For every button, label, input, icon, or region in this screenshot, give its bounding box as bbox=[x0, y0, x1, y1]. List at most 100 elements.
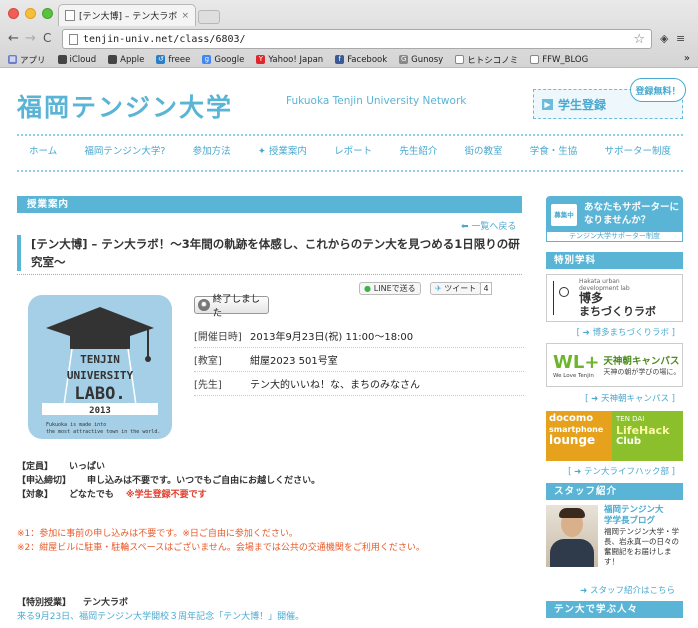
nav-town-classroom[interactable]: 街の教室 bbox=[465, 143, 503, 163]
supporter-banner[interactable]: 募集中 あなたもサポーターに なりませんか？ テンジン大学サポーター制度 bbox=[546, 196, 683, 242]
site-logo-english: Fukuoka Tenjin University Network bbox=[286, 95, 467, 107]
page-title: [テン大博] – テン大ラボ！〜3年間の軌跡を体感し、これからのテン大を見つめる… bbox=[17, 235, 522, 271]
tenjin-morning-link[interactable]: [ ➜ 天神朝キャンパス ] bbox=[546, 392, 683, 404]
browser-tab[interactable]: [テン大博] – テン大ラボ！〜 × bbox=[58, 4, 196, 26]
bookmark-item[interactable]: Apple bbox=[108, 55, 144, 65]
staff-description: 福岡テンジン大学・学長、岩永真一の日々の奮闘記をお届けします！ bbox=[604, 527, 679, 566]
arrow-right-icon: ▶ bbox=[542, 98, 553, 110]
divider bbox=[17, 134, 683, 136]
back-arrow-icon[interactable]: ← bbox=[8, 31, 19, 46]
bookmark-item[interactable]: ▦ アプリ bbox=[8, 54, 46, 66]
recruiting-icon: 募集中 bbox=[551, 204, 577, 226]
site-header: 福岡テンジン大学 Fukuoka Tenjin University Netwo… bbox=[0, 68, 698, 138]
new-tab-button[interactable] bbox=[198, 10, 220, 24]
staff-blog-title[interactable]: 福岡テンジン大 学学長ブログ bbox=[604, 505, 683, 527]
nav-how-to-join[interactable]: 参加方法 bbox=[193, 143, 231, 163]
class-info-table: [開催日時] 2013年9月23日(祝) 11:00～18:00 [教室] 紺屋… bbox=[194, 324, 524, 396]
page-icon bbox=[65, 10, 75, 21]
staff-link[interactable]: ➜ スタッフ紹介はこちら bbox=[546, 584, 683, 596]
detail-deadline: 【申込締切】 申し込みは不要です。いつでもご自由にお越しください。 bbox=[17, 476, 321, 486]
info-row-datetime: [開催日時] 2013年9月23日(祝) 11:00～18:00 bbox=[194, 324, 524, 348]
class-details: 【定員】 いっぱい 【申込締切】 申し込みは不要です。いつでもご自由にお越しください… bbox=[17, 460, 522, 502]
reload-icon[interactable]: C bbox=[43, 31, 51, 45]
bookmark-item[interactable]: f Facebook bbox=[335, 55, 387, 65]
bookmarks-bar: ▦ アプリ iCloud Apple ↺ freee g Google Y Yahoo!… bbox=[0, 51, 698, 68]
info-value: テン大的いいね！な、まちのみなさん bbox=[250, 380, 420, 391]
minimize-window-button[interactable] bbox=[25, 8, 36, 19]
url-text[interactable]: tenjin-univ.net/class/6803/ bbox=[83, 34, 628, 45]
learners-header: テン大で学ぶ人々 bbox=[546, 601, 683, 618]
close-window-button[interactable] bbox=[8, 8, 19, 19]
class-image: TENJIN UNIVERSITY LABO. 2013 Fukuoka is … bbox=[28, 295, 172, 439]
bookmark-item[interactable]: ヒトシコノミ bbox=[455, 54, 518, 66]
gear-icon: ✹ bbox=[198, 299, 210, 311]
apple-icon bbox=[108, 55, 118, 64]
forward-arrow-icon[interactable]: → bbox=[25, 31, 36, 46]
image-line1: TENJIN bbox=[80, 353, 120, 366]
bookmark-item[interactable]: iCloud bbox=[57, 55, 96, 65]
apple-icon bbox=[57, 55, 67, 64]
site-logo[interactable]: 福岡テンジン大学 bbox=[17, 88, 233, 124]
info-key: [教室] bbox=[194, 356, 222, 367]
apps-icon: ▦ bbox=[8, 55, 17, 64]
supporter-subtitle: テンジン大学サポーター制度 bbox=[546, 231, 683, 242]
staff-card[interactable]: 福岡テンジン大 学学長ブログ 福岡テンジン大学・学長、岩永真一の日々の奮闘記をお届… bbox=[546, 505, 683, 579]
special-class: 【特別授業】 テン大ラボ 来る9月23日、福岡テンジン大学開校３周年記念「テン大博… bbox=[17, 596, 522, 624]
image-caption-1: Fukuoka is made into bbox=[46, 422, 106, 428]
tab-title: [テン大博] – テン大ラボ！〜 bbox=[79, 12, 178, 22]
star-icon[interactable]: ☆ bbox=[633, 32, 645, 47]
nav-about[interactable]: 福岡テンジン大学? bbox=[84, 143, 165, 163]
lifehack-link[interactable]: [ ➜ テン大ライフハック部 ] bbox=[546, 465, 683, 477]
info-value: 2013年9月23日(祝) 11:00～18:00 bbox=[250, 332, 414, 343]
hakata-lab-link[interactable]: [ ➜ 博多まちづくりラボ ] bbox=[546, 326, 683, 338]
hakata-lab-banner[interactable]: Hakata urban development lab 博多 まちづくりラボ bbox=[546, 274, 683, 322]
nav-cafeteria[interactable]: 学食・生協 bbox=[530, 143, 578, 163]
detail-capacity: 【定員】 いっぱい bbox=[17, 462, 106, 472]
special-courses-header: 特別学科 bbox=[546, 252, 683, 269]
staff-photo bbox=[546, 505, 598, 567]
nav-teachers[interactable]: 先生紹介 bbox=[399, 143, 437, 163]
note-item: ※2：紺屋ビルに駐車・駐輪スペースはございません。会場までは公共の交通機関をご利… bbox=[17, 543, 425, 553]
browser-chrome: [テン大博] – テン大ラボ！〜 × ← → C tenjin-univ.net… bbox=[0, 0, 698, 68]
divider bbox=[17, 274, 522, 275]
page-icon bbox=[530, 55, 540, 64]
divider bbox=[17, 170, 683, 172]
address-bar[interactable]: tenjin-univ.net/class/6803/ ☆ bbox=[62, 29, 652, 49]
yahoo-icon: Y bbox=[256, 55, 266, 64]
status-text: 終了しました bbox=[212, 294, 261, 319]
line-share-button[interactable]: ● LINEで送る bbox=[359, 282, 421, 295]
bookmark-item[interactable]: Y Yahoo! Japan bbox=[256, 55, 323, 65]
zoom-window-button[interactable] bbox=[42, 8, 53, 19]
nav-supporter[interactable]: サポーター制度 bbox=[604, 143, 671, 163]
menu-icon[interactable]: ≡ bbox=[676, 32, 685, 45]
bookmark-item[interactable]: g Google bbox=[202, 55, 244, 65]
freee-icon: ↺ bbox=[156, 55, 166, 64]
lifehack-banner[interactable]: docomo smartphone lounge TEN DAI LifeHac… bbox=[546, 411, 683, 461]
student-register-button[interactable]: ▶ 学生登録 登録無料！ bbox=[533, 78, 686, 119]
tab-close-icon[interactable]: × bbox=[181, 11, 189, 21]
window-controls bbox=[8, 8, 53, 19]
info-key: [開催日時] bbox=[194, 332, 242, 343]
image-line3: LABO. bbox=[74, 384, 125, 404]
staff-header: スタッフ紹介 bbox=[546, 483, 683, 500]
arrow-left-icon: ⬅ bbox=[461, 222, 472, 232]
bookmark-item[interactable]: G Gunosy bbox=[399, 55, 443, 65]
image-year: 2013 bbox=[89, 406, 111, 416]
google-icon: g bbox=[202, 55, 212, 64]
nav-classes[interactable]: ✦ 授業案内 bbox=[258, 143, 307, 163]
page-icon bbox=[455, 55, 465, 64]
info-row-room: [教室] 紺屋2023 501号室 bbox=[194, 348, 524, 372]
bookmark-item[interactable]: ↺ freee bbox=[156, 55, 190, 65]
back-to-list-link[interactable]: ⬅ 一覧へ戻る bbox=[461, 219, 516, 232]
register-label: 学生登録 bbox=[558, 97, 607, 112]
global-nav: ホーム 福岡テンジン大学? 参加方法 ✦ 授業案内 レポート 先生紹介 街の教室… bbox=[17, 143, 683, 163]
tweet-button[interactable]: ✈ ツイート bbox=[430, 282, 482, 295]
facebook-icon: f bbox=[335, 55, 345, 64]
bookmark-item[interactable]: FFW_BLOG bbox=[530, 55, 588, 65]
bookmarks-overflow-icon[interactable]: » bbox=[684, 53, 690, 64]
image-caption-2: the most attractive town in the world. bbox=[46, 429, 160, 435]
nav-home[interactable]: ホーム bbox=[29, 143, 57, 163]
tenjin-morning-banner[interactable]: WL+ We Love Tenjin 天神朝キャンパス 天神の朝が学びの場に。 bbox=[546, 343, 683, 387]
extension-icon[interactable]: ◈ bbox=[660, 32, 668, 45]
nav-report[interactable]: レポート bbox=[334, 143, 372, 163]
